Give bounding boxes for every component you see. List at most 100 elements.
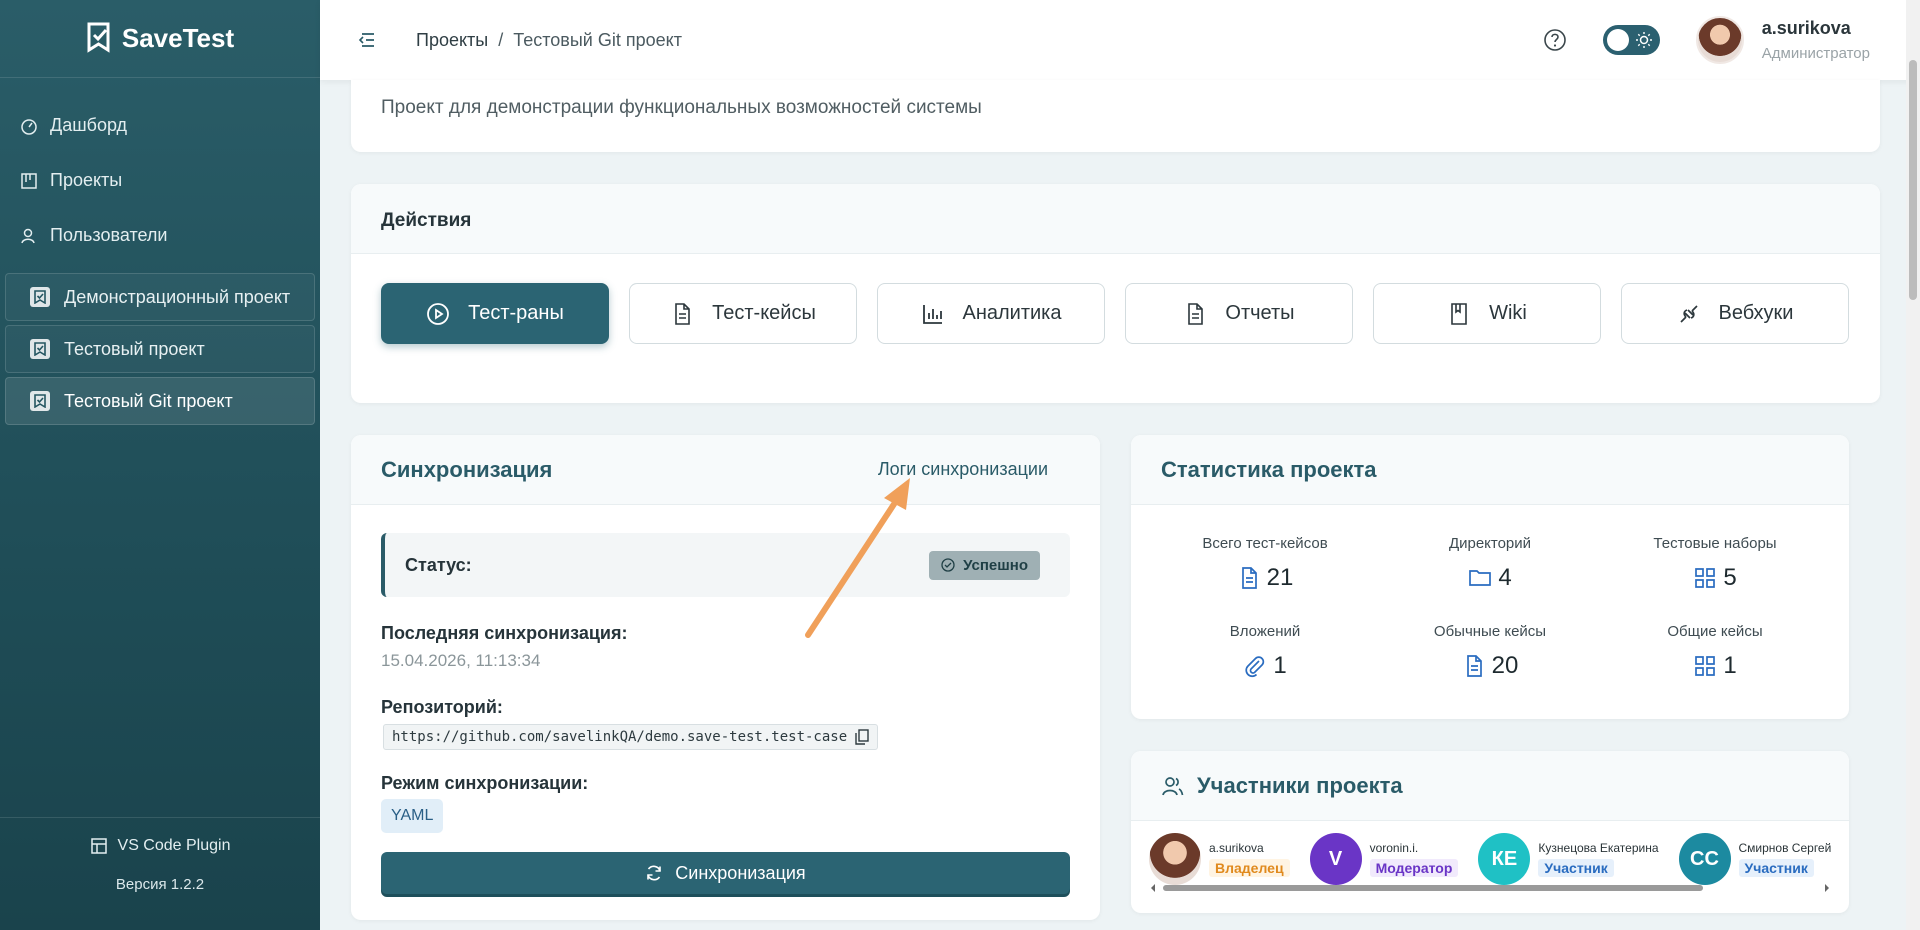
member-item[interactable]: V voronin.i. Модератор (1309, 831, 1459, 887)
page-scroll-thumb[interactable] (1909, 60, 1917, 300)
sidebar-item-projects[interactable]: Проекты (0, 153, 320, 208)
analytics-button[interactable]: Аналитика (877, 283, 1105, 344)
play-icon (427, 302, 450, 325)
test-runs-button[interactable]: Тест-раны (381, 283, 609, 344)
button-label: Аналитика (962, 302, 1062, 324)
member-avatar: СС (1678, 833, 1731, 885)
topbar: Проекты / Тестовый Git проект a.surikova… (320, 0, 1920, 80)
stat-label: Всего тест-кейсов (1202, 535, 1328, 552)
menu-toggle-icon[interactable] (358, 28, 382, 52)
plugin-icon (90, 838, 107, 854)
document-icon (1241, 567, 1257, 589)
repo-label: Репозиторий: (381, 697, 503, 717)
button-label: Отчеты (1225, 302, 1295, 324)
sync-title: Синхронизация (381, 456, 553, 482)
check-circle-icon (941, 558, 955, 572)
project-icon (30, 391, 50, 411)
user-name: a.surikova (1761, 18, 1851, 38)
button-label: Синхронизация (675, 862, 806, 883)
last-sync-value: 15.04.2026, 11:13:34 (381, 651, 541, 670)
members-horizontal-scrollbar[interactable] (1149, 882, 1831, 892)
theme-toggle[interactable] (1602, 25, 1660, 55)
grid-icon (1695, 656, 1716, 676)
breadcrumb-projects[interactable]: Проекты (416, 30, 488, 51)
user-info[interactable]: a.surikova Администратор (1762, 18, 1870, 62)
document-icon (675, 302, 690, 325)
report-icon (1188, 302, 1204, 325)
stats-title: Статистика проекта (1131, 435, 1849, 505)
brand-name: SaveTest (121, 23, 235, 53)
paperclip-icon (1245, 656, 1265, 678)
member-role: Участник (1538, 858, 1614, 877)
mode-label: Режим синхронизации: (381, 773, 589, 793)
annotation-arrow (805, 478, 910, 638)
wiki-button[interactable]: Wiki (1373, 283, 1601, 344)
member-role: Модератор (1369, 858, 1459, 877)
member-role: Владелец (1209, 858, 1290, 877)
reports-button[interactable]: Отчеты (1125, 283, 1353, 344)
stat-label: Тестовые наборы (1653, 535, 1777, 552)
avatar[interactable] (1695, 16, 1744, 64)
sync-header: Синхронизация Логи синхронизации (351, 435, 1100, 505)
projects-icon (21, 172, 37, 189)
project-stats-card: Статистика проекта Всего тест-кейсов 21 … (1131, 435, 1849, 719)
status-label: Статус: (405, 554, 472, 575)
button-label: Wiki (1489, 302, 1527, 324)
help-icon[interactable] (1542, 27, 1568, 53)
scroll-left-icon[interactable] (1149, 883, 1157, 893)
sync-status-box: Статус: Успешно (381, 533, 1070, 597)
member-item[interactable]: КЕ Кузнецова Екатерина Участник (1478, 831, 1659, 887)
sidebar-project-test[interactable]: Тестовый проект (5, 325, 315, 373)
scroll-thumb[interactable] (1163, 885, 1703, 891)
vscode-plugin-link[interactable]: VS Code Plugin (0, 818, 320, 874)
stat-attachments: Вложений 1 (1155, 623, 1375, 680)
webhooks-button[interactable]: Вебхуки (1621, 283, 1849, 344)
sidebar-project-label: Демонстрационный проект (64, 286, 291, 307)
member-name: a.surikova (1209, 840, 1264, 855)
actions-title: Действия (351, 184, 1880, 254)
user-role: Администратор (1761, 45, 1870, 62)
brand-logo[interactable]: SaveTest (0, 0, 320, 78)
page-scrollbar[interactable] (1906, 0, 1920, 930)
webhook-icon (1679, 304, 1698, 323)
sidebar-nav: Дашборд Проекты Пользователи Демонстраци… (0, 78, 320, 425)
repo-url-box: https://github.com/savelinkQA/demo.save-… (383, 724, 879, 750)
sidebar-item-dashboard[interactable]: Дашборд (0, 98, 320, 153)
status-value: Успешно (963, 556, 1028, 574)
project-description: Проект для демонстрации функциональных в… (381, 97, 982, 118)
members-header: Участники проекта (1131, 751, 1849, 821)
stat-regular-cases: Обычные кейсы 20 (1380, 623, 1600, 680)
member-name: Смирнов Сергей (1738, 840, 1832, 855)
stat-value: 5 (1723, 564, 1737, 591)
folder-icon (1469, 570, 1492, 586)
member-name: voronin.i. (1369, 840, 1419, 855)
users-icon (21, 228, 35, 243)
sidebar-item-users[interactable]: Пользователи (0, 208, 320, 263)
copy-icon[interactable] (855, 729, 869, 745)
topbar-right: a.surikova Администратор (1542, 0, 1870, 80)
sidebar-project-label: Тестовый Git проект (64, 390, 233, 411)
repo-url: https://github.com/savelinkQA/demo.save-… (392, 729, 848, 745)
status-badge: Успешно (929, 550, 1040, 580)
stat-label: Обычные кейсы (1433, 623, 1547, 640)
stat-value: 1 (1273, 652, 1287, 679)
sync-button[interactable]: Синхронизация (381, 852, 1070, 894)
sidebar-item-label: Дашборд (50, 115, 128, 135)
sync-card: Синхронизация Логи синхронизации Статус:… (351, 435, 1100, 920)
scroll-right-icon[interactable] (1823, 883, 1831, 893)
sidebar-item-label: Проекты (50, 170, 123, 190)
sidebar: SaveTest Дашборд Проекты Пользователи Де… (0, 0, 320, 930)
sidebar-project-git[interactable]: Тестовый Git проект (5, 377, 315, 425)
member-item[interactable]: СС Смирнов Сергей Участник (1678, 831, 1832, 887)
toggle-knob (1606, 29, 1629, 51)
member-avatar (1149, 833, 1201, 885)
test-cases-button[interactable]: Тест-кейсы (629, 283, 857, 344)
breadcrumb-separator: / (498, 29, 504, 50)
sidebar-project-label: Тестовый проект (64, 338, 205, 359)
member-avatar: V (1309, 833, 1362, 885)
sidebar-project-demo[interactable]: Демонстрационный проект (5, 273, 315, 321)
breadcrumb-current: Тестовый Git проект (513, 29, 682, 50)
member-item[interactable]: a.surikova Владелец (1149, 831, 1290, 887)
book-icon (1451, 302, 1467, 325)
stat-directories: Директорий 4 (1380, 535, 1600, 592)
